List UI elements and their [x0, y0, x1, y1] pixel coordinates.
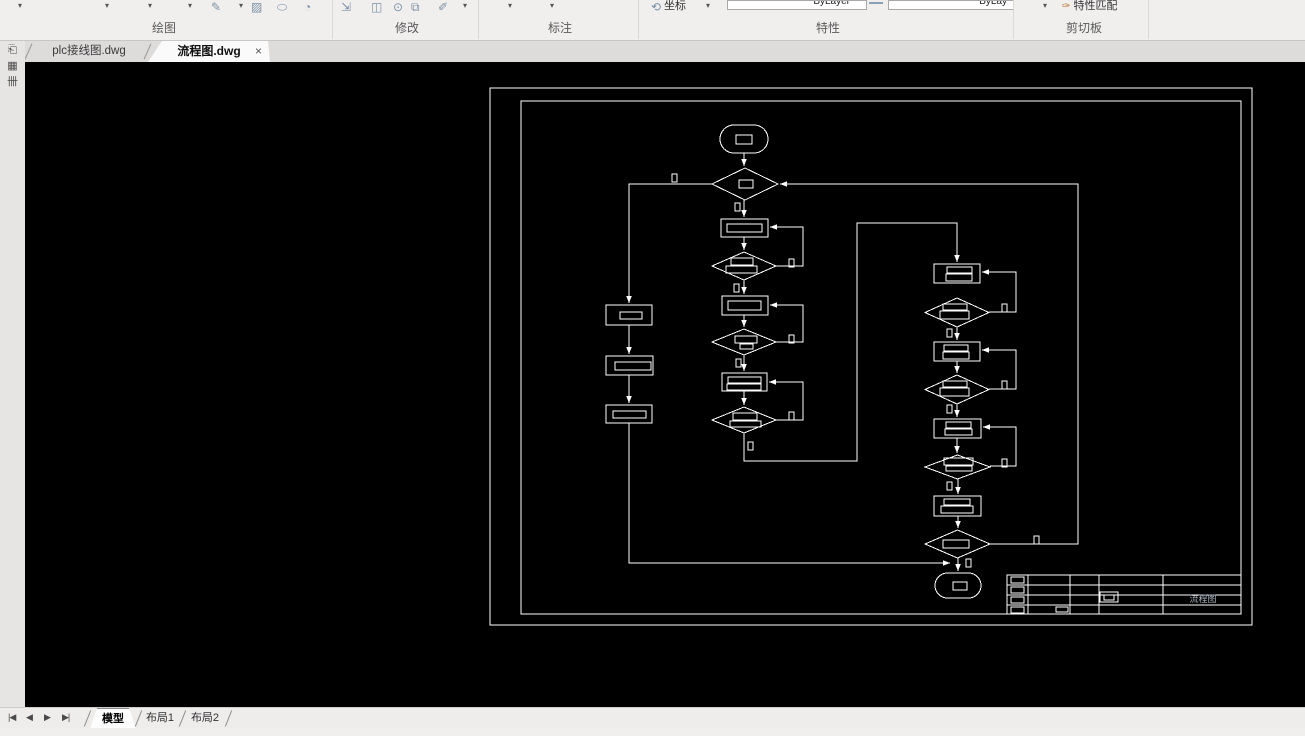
match-properties-label: 特性匹配	[1073, 0, 1118, 12]
layout-tab-layout1[interactable]: 布局1	[140, 708, 180, 728]
dropdown-caret-icon[interactable]: ▾	[550, 1, 554, 10]
dropdown-caret-icon[interactable]: ▾	[239, 1, 243, 10]
last-model-tab-button[interactable]: ▶|	[62, 712, 70, 723]
ellipse-tool-icon[interactable]: ⬭	[277, 0, 287, 13]
panel-separator	[638, 0, 639, 39]
close-tab-icon[interactable]: ×	[255, 41, 262, 62]
next-model-tab-button[interactable]: ▶	[44, 712, 51, 723]
line-tool-icon[interactable]: ✎	[211, 0, 221, 13]
file-tab-flowchart[interactable]: 流程图.dwg ×	[148, 41, 270, 62]
coordinate-tool-label[interactable]: 坐标	[664, 0, 686, 11]
linetype-combo-value: ByLay	[979, 0, 1007, 7]
dropdown-caret-icon[interactable]: ▾	[18, 1, 22, 10]
first-model-tab-button[interactable]: |◀	[8, 712, 16, 723]
prev-model-tab-button[interactable]: ◀	[26, 712, 33, 723]
dropdown-caret-icon[interactable]: ▾	[148, 1, 152, 10]
panel-label-clipboard: 剪切板	[1065, 21, 1103, 35]
filter-tool-icon[interactable]: 卌	[4, 75, 22, 89]
cad-application-window: ✎ ▨ ⬭ ◔ ⇲ ◫ ⊙ ⧉ ✐ ⟲ ▾ ▾ ▾ ▾ ▾ ▾ ▾ ▾ ▾ ▾ 坐标 ByLayer ByLay ✑ …	[0, 0, 1305, 736]
panel-separator	[478, 0, 479, 39]
edit-tool-icon[interactable]: ✐	[438, 0, 448, 13]
panel-label-modify: 修改	[394, 21, 420, 35]
drawing-canvas[interactable]: 流程图	[25, 62, 1305, 707]
move-tool-icon[interactable]: ⇲	[341, 0, 351, 13]
paste-tool-icon[interactable]: ⎗	[4, 43, 22, 57]
match-properties-button[interactable]: ✑ 特性匹配	[1062, 0, 1117, 12]
ribbon: ✎ ▨ ⬭ ◔ ⇲ ◫ ⊙ ⧉ ✐ ⟲ ▾ ▾ ▾ ▾ ▾ ▾ ▾ ▾ ▾ ▾ 坐标 ByLayer ByLay ✑ …	[0, 0, 1305, 41]
color-combo-value: ByLayer	[813, 0, 850, 7]
dropdown-caret-icon[interactable]: ▾	[105, 1, 109, 10]
layout-tab-layout2[interactable]: 布局2	[184, 708, 226, 728]
dropdown-caret-icon[interactable]: ▾	[188, 1, 192, 10]
panel-label-annotate: 标注	[547, 21, 573, 35]
image-frame-tool-icon[interactable]: ▦	[4, 59, 22, 73]
coordinate-tool-icon[interactable]: ⟲	[651, 0, 661, 13]
linetype-icon	[869, 2, 883, 8]
layout-tab-model[interactable]: 模型	[90, 708, 136, 729]
file-tab-plc-wiring[interactable]: plc接线图.dwg	[30, 41, 148, 62]
dropdown-caret-icon[interactable]: ▾	[463, 1, 467, 10]
linetype-combo[interactable]: ByLay	[888, 0, 1014, 10]
file-tab-bar: plc接线图.dwg 流程图.dwg ×	[24, 41, 1305, 62]
panel-label-properties: 特性	[815, 21, 841, 35]
donut-tool-icon[interactable]: ◔	[304, 0, 311, 13]
color-combo[interactable]: ByLayer	[727, 0, 867, 10]
dropdown-caret-icon[interactable]: ▾	[1043, 1, 1047, 10]
mirror-tool-icon[interactable]: ◫	[371, 0, 382, 13]
rotate-tool-icon[interactable]: ⊙	[393, 0, 403, 13]
layout-tab-bar: |◀ ◀ ▶ ▶| 模型 布局1 布局2	[0, 707, 1305, 729]
panel-label-draw: 绘图	[151, 21, 177, 35]
file-tab-label: 流程图.dwg	[177, 44, 241, 58]
dropdown-caret-icon[interactable]: ▾	[706, 1, 710, 10]
panel-separator	[1013, 0, 1014, 39]
panel-separator	[1148, 0, 1149, 39]
dropdown-caret-icon[interactable]: ▾	[508, 1, 512, 10]
status-strip	[0, 728, 1305, 736]
brush-icon: ✑	[1062, 1, 1071, 12]
svg-text:流程图: 流程图	[1189, 593, 1216, 604]
left-tool-strip: ⎗ ▦ 卌	[0, 41, 25, 707]
panel-separator	[332, 0, 333, 39]
tab-separator	[83, 710, 92, 727]
array-tool-icon[interactable]: ⧉	[411, 0, 420, 13]
flowchart-drawing: 流程图	[489, 87, 1253, 626]
hatch-tool-icon[interactable]: ▨	[251, 0, 262, 13]
